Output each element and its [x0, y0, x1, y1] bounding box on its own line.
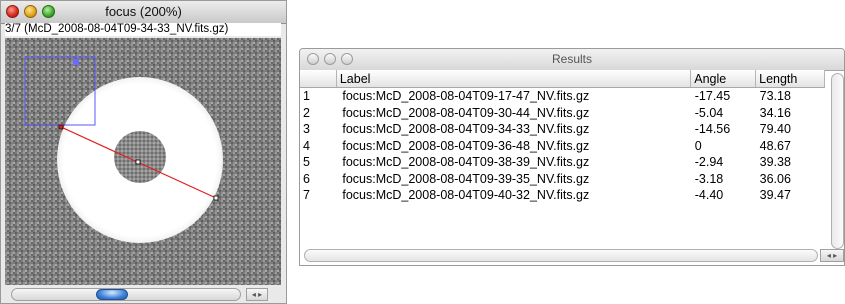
results-titlebar[interactable]: Results [300, 49, 844, 71]
scrollbar-thumb[interactable] [96, 289, 128, 300]
table-row[interactable]: 2 focus:McD_2008-08-04T09-30-44_NV.fits.… [300, 105, 825, 122]
row-label: focus:McD_2008-08-04T09-17-47_NV.fits.gz [342, 89, 590, 104]
row-length: 79.40 [759, 122, 791, 137]
row-number: 5 [303, 155, 310, 170]
row-angle: 0 [694, 138, 702, 153]
row-angle: -3.18 [694, 171, 724, 186]
results-window: Results Label Angle Length 1 focus:McD_2… [299, 48, 845, 266]
row-number: 3 [303, 122, 310, 137]
row-angle: -2.94 [694, 155, 724, 170]
image-info-line: 3/7 (McD_2008-08-04T09-34-33_NV.fits.gz) [5, 23, 281, 36]
row-label: focus:McD_2008-08-04T09-36-48_NV.fits.gz [342, 138, 590, 153]
column-header-length[interactable]: Length [755, 70, 825, 88]
results-title: Results [551, 52, 592, 66]
row-angle: -17.45 [694, 89, 731, 104]
row-length: 39.38 [759, 155, 791, 170]
table-row[interactable]: 7 focus:McD_2008-08-04T09-40-32_NV.fits.… [300, 187, 825, 204]
image-window-title: focus (200%) [105, 4, 182, 19]
row-label: focus:McD_2008-08-04T09-38-39_NV.fits.gz [342, 155, 590, 170]
results-scroll-arrows[interactable]: ◂ ▸ [820, 249, 844, 262]
image-canvas[interactable] [5, 38, 281, 285]
image-window: focus (200%) 3/7 (McD_2008-08-04T09-34-3… [0, 0, 287, 304]
row-angle: -5.04 [694, 105, 724, 120]
row-label: focus:McD_2008-08-04T09-40-32_NV.fits.gz [342, 188, 590, 203]
results-header-row: Label Angle Length [300, 70, 825, 88]
row-angle: -4.40 [694, 188, 724, 203]
row-number: 7 [303, 188, 310, 203]
row-number: 1 [303, 89, 310, 104]
row-label: focus:McD_2008-08-04T09-34-33_NV.fits.gz [342, 122, 590, 137]
image-window-titlebar[interactable]: focus (200%) [1, 1, 286, 24]
table-row[interactable]: 3 focus:McD_2008-08-04T09-34-33_NV.fits.… [300, 121, 825, 138]
row-angle: -14.56 [694, 122, 731, 137]
image-horizontal-scrollbar[interactable] [11, 288, 241, 301]
row-number: 6 [303, 171, 310, 186]
results-vertical-scrollbar[interactable] [831, 73, 844, 249]
table-row[interactable]: 4 focus:McD_2008-08-04T09-36-48_NV.fits.… [300, 138, 825, 155]
table-row[interactable]: 1 focus:McD_2008-08-04T09-17-47_NV.fits.… [300, 88, 825, 105]
image-scroll-arrows[interactable]: ◂ ▸ [246, 288, 268, 301]
column-header-label[interactable]: Label [336, 70, 692, 88]
row-length: 34.16 [759, 105, 791, 120]
column-header-index[interactable] [300, 70, 337, 88]
results-table: Label Angle Length 1 focus:McD_2008-08-0… [300, 70, 825, 204]
row-label: focus:McD_2008-08-04T09-30-44_NV.fits.gz [342, 105, 590, 120]
row-length: 36.06 [759, 171, 791, 186]
row-number: 4 [303, 138, 310, 153]
row-length: 73.18 [759, 89, 791, 104]
row-length: 39.47 [759, 188, 791, 203]
results-horizontal-scrollbar[interactable] [304, 249, 818, 262]
line-start-handle [58, 124, 64, 130]
roi-handle [73, 59, 79, 65]
table-row[interactable]: 6 focus:McD_2008-08-04T09-39-35_NV.fits.… [300, 171, 825, 188]
row-length: 48.67 [759, 138, 791, 153]
line-end-handle [213, 195, 219, 201]
row-number: 2 [303, 105, 310, 120]
line-mid-handle [135, 159, 141, 165]
defocused-star-center [114, 131, 166, 183]
row-label: focus:McD_2008-08-04T09-39-35_NV.fits.gz [342, 171, 590, 186]
column-header-angle[interactable]: Angle [690, 70, 757, 88]
table-row[interactable]: 5 focus:McD_2008-08-04T09-38-39_NV.fits.… [300, 154, 825, 171]
